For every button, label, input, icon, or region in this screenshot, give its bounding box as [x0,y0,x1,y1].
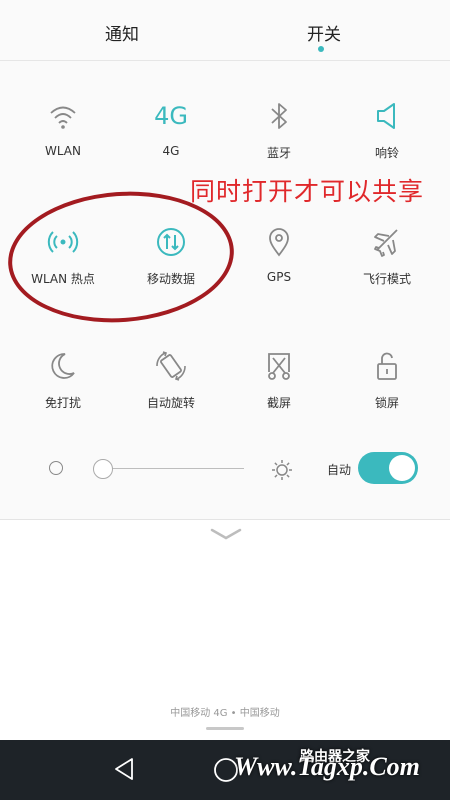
tile-label: 蓝牙 [266,146,291,160]
carrier-label: 中国移动 4G • 中国移动 [170,708,280,719]
drag-handle[interactable] [206,727,244,730]
tile-label: 4G [162,144,180,158]
ring-icon [377,103,395,129]
auto-brightness-toggle[interactable] [358,452,418,484]
brightness-low-icon [49,461,63,475]
tab-switches[interactable]: 开关 [307,20,341,45]
tile-wlan-hotspot[interactable]: WLAN 热点 [7,222,119,302]
mobile-data-icon [157,228,185,256]
watermark-main: Www.Tagxp.Com [234,752,420,781]
auto-brightness-label: 自动 [327,463,352,477]
tile-label: WLAN 热点 [31,272,95,286]
top-bar: 通知 开关 [0,0,450,61]
tile-bluetooth[interactable]: 蓝牙 [223,96,335,176]
gps-icon [269,228,289,257]
lock-icon [377,352,397,380]
tile-label: 截屏 [266,396,291,410]
rotate-icon [156,351,186,381]
active-tab-indicator [318,46,324,52]
tile-wlan[interactable]: WLAN [7,96,119,176]
tab-notifications[interactable]: 通知 [105,20,139,45]
tile-mobile-data[interactable]: 移动数据 [115,222,227,302]
moon-icon [51,353,75,379]
hotspot-icon [47,231,79,253]
tile-gps[interactable]: GPS [223,222,335,302]
tile-ring[interactable]: 响铃 [331,96,443,176]
airplane-icon [374,229,398,257]
brightness-slider-thumb[interactable] [93,459,113,479]
tile-lock-screen[interactable]: 锁屏 [331,346,443,426]
tile-label: 响铃 [374,146,399,160]
tile-screenshot[interactable]: 截屏 [223,346,335,426]
chevron-down-icon[interactable] [210,526,242,542]
tile-do-not-disturb[interactable]: 免打扰 [7,346,119,426]
tile-label: 免打扰 [44,396,81,410]
tile-label: 自动旋转 [146,396,195,410]
toggle-knob [389,455,415,481]
tile-label: 移动数据 [146,272,195,286]
bluetooth-icon [271,103,287,129]
tile-label: GPS [266,270,292,284]
tile-4g[interactable]: 4G 4G [115,96,227,176]
screenshot-icon [268,353,290,380]
4g-icon: 4G [154,102,188,130]
brightness-high-icon [272,460,292,480]
tile-airplane-mode[interactable]: 飞行模式 [331,222,443,302]
tile-label: 飞行模式 [362,272,411,286]
wifi-icon [50,106,76,129]
brightness-slider-track[interactable] [103,468,244,469]
tile-auto-rotate[interactable]: 自动旋转 [115,346,227,426]
annotation-text: 同时打开才可以共享 [190,177,425,206]
tile-label: 锁屏 [374,396,399,410]
tile-label: WLAN [44,144,81,158]
back-icon[interactable] [112,756,136,782]
